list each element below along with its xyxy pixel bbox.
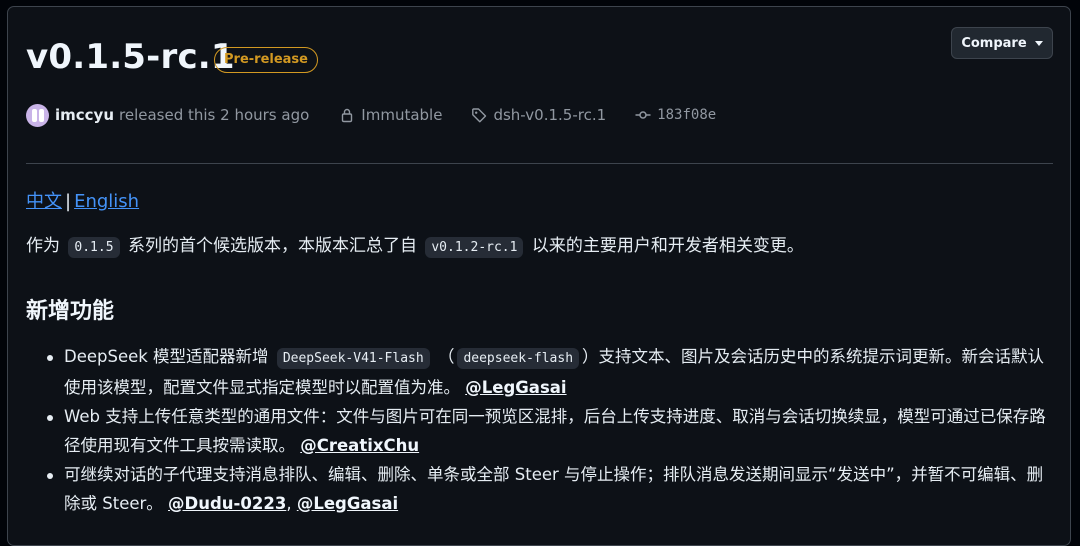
item-text: （ bbox=[437, 347, 455, 366]
intro-text-3: 以来的主要用户和开发者相关变更。 bbox=[531, 236, 804, 256]
intro-paragraph: 作为 0.1.5 系列的首个候选版本，本版本汇总了自 v0.1.2-rc.1 以… bbox=[26, 233, 804, 261]
immutable-label: Immutable bbox=[361, 106, 443, 124]
prerelease-badge: Pre-release bbox=[214, 47, 318, 73]
tag-icon bbox=[472, 108, 487, 123]
intro-code-since: v0.1.2-rc.1 bbox=[425, 237, 524, 258]
tag-link[interactable]: dsh-v0.1.5-rc.1 bbox=[471, 106, 606, 124]
commit-icon bbox=[635, 111, 651, 119]
immutable-indicator: Immutable bbox=[339, 106, 442, 124]
release-card: v0.1.5-rc.1 Pre-release Compare imccyu r… bbox=[7, 6, 1071, 546]
feature-list: DeepSeek 模型适配器新增 DeepSeek-V41-Flash （dee… bbox=[46, 343, 1056, 519]
caret-down-icon bbox=[1034, 40, 1043, 46]
intro-text-2: 系列的首个候选版本，本版本汇总了自 bbox=[127, 236, 417, 256]
list-item: DeepSeek 模型适配器新增 DeepSeek-V41-Flash （dee… bbox=[46, 343, 1056, 402]
commit-hash: 183f08e bbox=[657, 107, 717, 123]
list-item: 可继续对话的子代理支持消息排队、编辑、删除、单条或全部 Steer 与停止操作；… bbox=[46, 461, 1056, 518]
lang-separator: | bbox=[65, 191, 72, 212]
divider bbox=[26, 163, 1053, 164]
release-title[interactable]: v0.1.5-rc.1 bbox=[26, 37, 235, 77]
item-text: Web 支持上传任意类型的通用文件：文件与图片可在同一预览区混排，后台上传支持进… bbox=[64, 407, 1046, 455]
lang-en-link[interactable]: English bbox=[74, 191, 139, 212]
item-text: DeepSeek 模型适配器新增 bbox=[64, 347, 269, 366]
mention-link[interactable]: @LegGasai bbox=[297, 494, 398, 513]
language-links: 中文 | English bbox=[26, 187, 139, 213]
item-code: DeepSeek-V41-Flash bbox=[276, 348, 430, 369]
lang-zh-link[interactable]: 中文 bbox=[26, 191, 62, 212]
compare-label: Compare bbox=[961, 35, 1027, 51]
lock-icon bbox=[342, 108, 353, 123]
author-link[interactable]: imccyu bbox=[55, 106, 114, 124]
intro-code-version: 0.1.5 bbox=[68, 237, 120, 258]
release-meta: imccyu released this 2 hours ago Immutab… bbox=[26, 103, 716, 127]
list-item: Web 支持上传任意类型的通用文件：文件与图片可在同一预览区混排，后台上传支持进… bbox=[46, 403, 1056, 460]
avatar[interactable] bbox=[26, 103, 49, 127]
released-text: released this 2 hours ago bbox=[119, 106, 310, 124]
mention-separator: , bbox=[286, 493, 292, 513]
section-heading: 新增功能 bbox=[26, 299, 115, 324]
tag-label: dsh-v0.1.5-rc.1 bbox=[493, 106, 607, 124]
mention-link[interactable]: @Dudu-0223 bbox=[168, 494, 286, 513]
intro-text-1: 作为 bbox=[26, 236, 60, 256]
commit-link[interactable]: 183f08e bbox=[635, 107, 716, 123]
compare-button[interactable]: Compare bbox=[951, 27, 1053, 59]
mention-link[interactable]: @CreatixChu bbox=[300, 436, 419, 455]
item-code: deepseek-flash bbox=[457, 348, 580, 369]
mention-link[interactable]: @LegGasai bbox=[465, 378, 566, 397]
